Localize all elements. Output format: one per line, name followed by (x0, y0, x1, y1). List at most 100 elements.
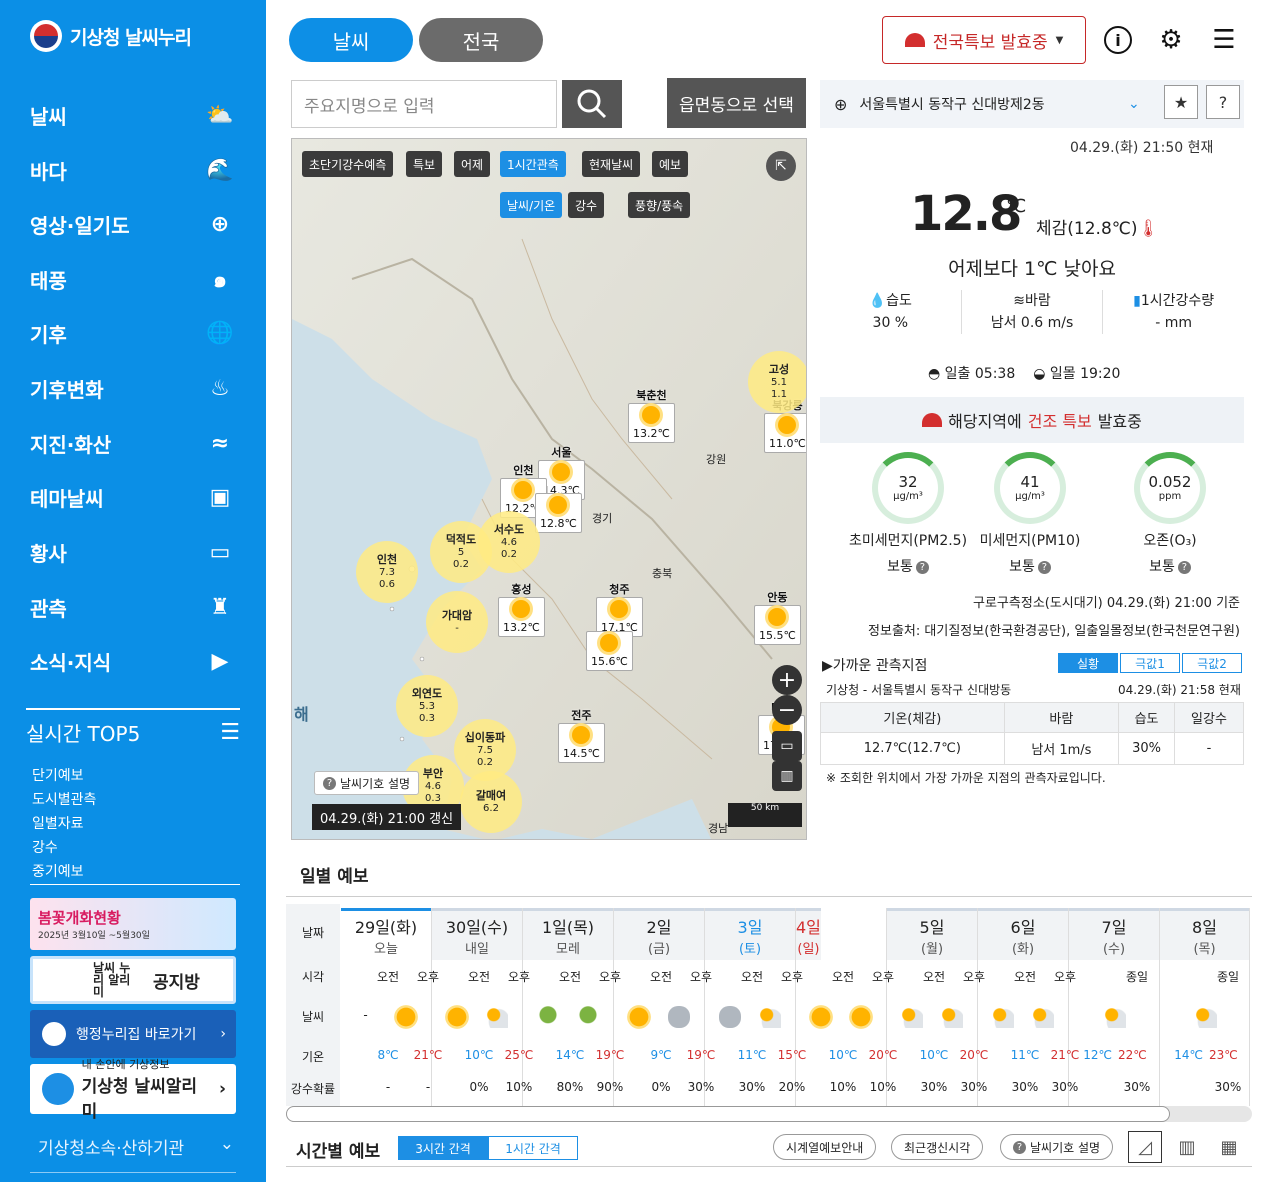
daily-scrollbar[interactable] (286, 1106, 1252, 1122)
map-subtab[interactable]: 강수 (568, 192, 605, 218)
sidebar-item[interactable]: 영상·일기도 ⊕ (30, 204, 236, 244)
station-marker[interactable]: 12.8℃ (535, 493, 582, 533)
sidebar-item[interactable]: 소식·지식 ▶ (30, 641, 236, 681)
tab-extreme2[interactable]: 극값2 (1182, 653, 1242, 673)
tab-weather[interactable]: 날씨 (289, 18, 413, 62)
flower-banner[interactable]: 봄꽃개화현황 2025년 3월10일 ~5월30일 (30, 898, 236, 950)
search-input[interactable]: 주요지명으로 입력 (291, 80, 557, 128)
layers-icon[interactable]: ▥ (772, 761, 802, 791)
temp-low: 12℃ (1083, 1048, 1112, 1062)
list-icon[interactable]: ☰ (220, 720, 240, 745)
region-label-chungbuk: 충북 (652, 567, 673, 580)
tab-realtime[interactable]: 실황 (1058, 653, 1118, 673)
gov-portal-banner[interactable]: 행정누리집 바로가기 › (30, 1010, 236, 1058)
map-subtab[interactable]: 풍향/풍속 (628, 192, 691, 218)
national-alert-dropdown[interactable]: 전국특보 발효중 ▼ (882, 16, 1086, 64)
station-name: 전주 (571, 709, 592, 722)
sidebar-item[interactable]: 지진·화산 ≈ (30, 423, 236, 463)
wind-marker[interactable]: 외연도 5.3 0.3 (396, 675, 458, 737)
map-tab[interactable]: 어제 (454, 151, 491, 177)
weather-map[interactable]: 초단기강수예측 특보 어제 1시간관측 현재날씨 예보 날씨/기온 강수 풍향/풍속 ⇱ 강원… (291, 138, 807, 840)
weather-symbol-button[interactable]: ? 날씨기호 설명 (1000, 1134, 1114, 1160)
map-tab[interactable]: 현재날씨 (582, 151, 641, 177)
top5-item[interactable]: 일별자료 (26, 813, 240, 837)
wind-marker[interactable]: 가대암 - (426, 591, 488, 653)
sidebar-item[interactable]: 기후변화 ♨ (30, 368, 236, 408)
weather-icon: ⛅ (206, 102, 234, 128)
sidebar-item[interactable]: 바다 🌊 (30, 150, 236, 190)
wind-marker[interactable]: 인천 7.3 0.6 (356, 541, 418, 603)
sidebar-item[interactable]: 관측 ♜ (30, 587, 236, 627)
air-quality-item[interactable]: 41 μg/m³ 미세먼지(PM10) 보통? (970, 452, 1090, 576)
map-tab[interactable]: 특보 (406, 151, 443, 177)
top5-item[interactable]: 강수 (26, 837, 240, 861)
tab-3hour[interactable]: 3시간 간격 (398, 1136, 488, 1160)
top5-item[interactable]: 도시별관측 (26, 789, 240, 813)
help-icon[interactable]: ? (1206, 85, 1240, 119)
station-name: 청주 (609, 583, 630, 596)
wind-marker[interactable]: 고성 5.1 1.1 (748, 351, 806, 413)
station-marker[interactable]: 안동 15.5℃ (754, 589, 801, 645)
table-icon[interactable]: ▦ (1212, 1131, 1246, 1163)
area-chart-icon[interactable]: ◿ (1128, 1131, 1162, 1163)
affiliates-link[interactable]: 기상청소속·산하기관 ⌄ (38, 1134, 234, 1159)
question-icon[interactable]: ? (915, 560, 929, 574)
station-marker[interactable]: 15.6℃ (586, 631, 633, 671)
sidebar-item[interactable]: 태풍 ๑ (30, 259, 236, 299)
sidebar-item[interactable]: 황사 ▭ (30, 532, 236, 572)
sidebar-item[interactable]: 날씨 ⛅ (30, 95, 236, 135)
zoom-in-button[interactable]: + (772, 665, 802, 695)
gov-portal-label: 행정누리집 바로가기 (76, 1027, 197, 1043)
partly-cloudy-icon (1104, 1006, 1126, 1028)
map-subtab[interactable]: 날씨/기온 (500, 192, 563, 218)
current-temperature: 12.8 (910, 186, 1022, 242)
gear-icon[interactable]: ⚙ (1155, 24, 1187, 56)
external-link-icon[interactable]: ⇱ (766, 151, 796, 181)
select-dong-button[interactable]: 읍면동으로 선택 (667, 78, 806, 128)
warning-bar[interactable]: 해당지역에 건조 특보 발효중 (820, 397, 1244, 443)
site-logo[interactable]: 기상청 날씨누리 (30, 20, 192, 52)
scrollbar-thumb[interactable] (286, 1106, 1170, 1122)
rain-stat: ▮1시간강수량 - mm (1103, 290, 1244, 334)
sidebar-item[interactable]: 테마날씨 ▣ (30, 477, 236, 517)
station-marker[interactable]: 북춘천 13.2℃ (628, 387, 675, 443)
row-label: 날씨 (301, 1010, 325, 1024)
tab-national[interactable]: 전국 (419, 18, 543, 62)
info-icon[interactable]: i (1102, 24, 1134, 56)
question-icon[interactable]: ? (1037, 560, 1051, 574)
search-button[interactable] (562, 80, 622, 128)
map-tab[interactable]: 초단기강수예측 (302, 151, 394, 177)
menu-icon[interactable]: ☰ (1208, 24, 1240, 56)
air-quality-item[interactable]: 32 μg/m³ 초미세먼지(PM2.5) 보통? (848, 452, 968, 576)
sunset-icon: ◒ (1033, 366, 1046, 382)
sidebar-item-label: 관측 (30, 596, 67, 621)
ruler-icon[interactable]: ▭ (772, 731, 802, 761)
flower-banner-title: 봄꽃개화현황 (38, 909, 121, 927)
wind-marker[interactable]: 서수도 4.6 0.2 (478, 511, 540, 573)
top5-item[interactable]: 단기예보 (26, 765, 240, 789)
map-tab[interactable]: 예보 (652, 151, 689, 177)
table-header: 기온(체감) (820, 702, 1005, 733)
favorite-star-icon[interactable]: ★ (1164, 85, 1198, 119)
map-legend-button[interactable]: ? 날씨기호 설명 (314, 771, 420, 795)
zoom-out-button[interactable]: − (772, 695, 802, 725)
station-marker[interactable]: 전주 14.5℃ (558, 707, 605, 763)
station-marker[interactable]: 청주 17.1℃ (596, 581, 643, 637)
recent-update-button[interactable]: 최근갱신시각 (891, 1134, 984, 1160)
notice-banner[interactable]: 날씨 누리 알리미 공지방 (30, 956, 236, 1004)
tab-extreme1[interactable]: 극값1 (1120, 653, 1180, 673)
question-icon[interactable]: ? (1177, 560, 1191, 574)
alarm-app-banner[interactable]: 내 손안에 기상정보 기상청 날씨알리미 › (30, 1058, 236, 1122)
wind-marker[interactable]: 갈매여 6.2 (460, 771, 522, 833)
wave-height: 0.3 (419, 712, 435, 724)
timeseries-guide-button[interactable]: 시계열예보안내 (773, 1134, 877, 1160)
top5-item[interactable]: 중기예보 (26, 861, 240, 885)
map-tab[interactable]: 1시간관측 (500, 151, 566, 177)
air-quality-item[interactable]: 0.052 ppm 오존(O₃) 보통? (1110, 452, 1230, 576)
bar-chart-icon[interactable]: ▥ (1170, 1131, 1204, 1163)
station-marker[interactable]: 홍성 13.2℃ (498, 581, 545, 637)
tab-1hour[interactable]: 1시간 간격 (488, 1136, 578, 1160)
partly-cloudy-icon (1195, 1006, 1217, 1028)
sidebar-item[interactable]: 기후 🌐 (30, 313, 236, 353)
humidity-stat: 💧습도 30 % (820, 290, 962, 334)
